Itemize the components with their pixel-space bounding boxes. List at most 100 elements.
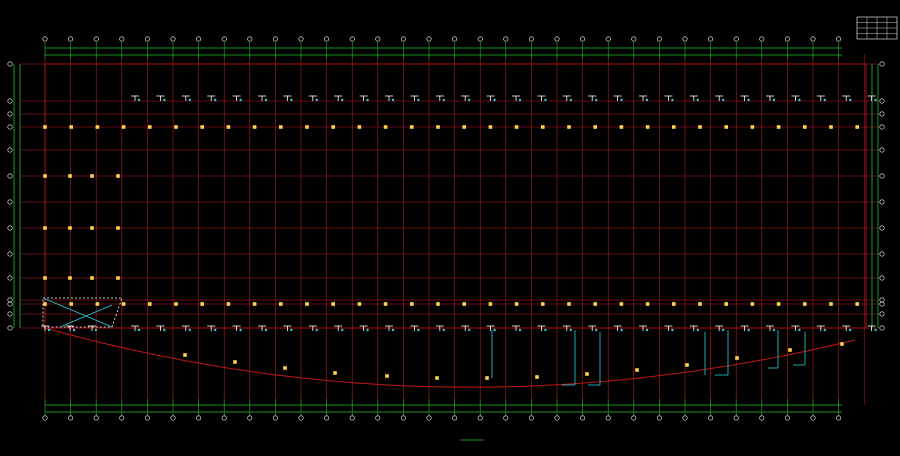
column-marker xyxy=(174,125,178,129)
column-marker xyxy=(541,125,545,129)
column-marker xyxy=(855,302,859,306)
column-marker xyxy=(305,125,309,129)
column-marker xyxy=(619,125,624,129)
column-marker xyxy=(116,276,120,280)
fixture-symbol xyxy=(722,328,725,332)
fixture-symbol xyxy=(290,98,293,102)
column-marker xyxy=(619,302,624,306)
column-marker xyxy=(43,276,47,280)
column-marker xyxy=(724,125,728,129)
column-marker xyxy=(840,342,844,346)
column-marker xyxy=(750,302,755,306)
fixture-symbol xyxy=(137,98,141,102)
fixture-symbol xyxy=(468,328,471,332)
column-marker xyxy=(383,302,388,306)
column-marker xyxy=(174,302,178,306)
fixture-symbol xyxy=(772,98,776,102)
column-marker xyxy=(331,302,335,306)
fixture-symbol xyxy=(544,328,547,332)
fixture-symbol xyxy=(798,98,801,102)
fixture-symbol xyxy=(290,328,293,332)
fixture-symbol xyxy=(620,328,623,332)
fixture-symbol xyxy=(518,98,522,102)
column-marker xyxy=(593,125,597,129)
column-marker xyxy=(43,174,47,178)
column-marker xyxy=(645,302,650,306)
column-marker xyxy=(462,302,466,306)
column-marker xyxy=(829,302,833,306)
column-marker xyxy=(383,125,388,129)
fixture-symbol xyxy=(772,328,776,332)
column-marker xyxy=(645,125,650,129)
fixture-symbol xyxy=(214,328,217,332)
column-marker xyxy=(514,302,519,306)
column-marker xyxy=(535,375,539,379)
column-marker xyxy=(698,125,702,129)
fixture-symbol xyxy=(747,98,750,102)
fixture-symbol xyxy=(645,98,649,102)
fixture-symbol xyxy=(747,328,750,332)
column-marker xyxy=(488,302,493,306)
fixture-symbol xyxy=(798,328,801,332)
column-marker xyxy=(803,125,807,129)
fixture-symbol xyxy=(315,328,318,332)
fixture-symbol xyxy=(696,328,699,332)
fixture-symbol xyxy=(391,328,395,332)
column-marker xyxy=(436,302,440,306)
column-marker xyxy=(585,372,589,376)
fixture-symbol xyxy=(823,98,826,102)
column-marker xyxy=(567,125,571,129)
column-marker xyxy=(485,376,489,380)
fixture-symbol xyxy=(518,328,522,332)
column-marker xyxy=(462,125,466,129)
fixture-symbol xyxy=(671,328,674,332)
column-marker xyxy=(95,302,100,306)
column-marker xyxy=(200,302,204,306)
fixture-symbol xyxy=(239,328,242,332)
column-marker xyxy=(685,363,689,367)
column-marker xyxy=(121,302,126,306)
fixture-symbol xyxy=(823,328,826,332)
column-marker xyxy=(855,125,859,129)
fixture-symbol xyxy=(671,98,674,102)
fixture-symbol xyxy=(214,98,217,102)
fixture-symbol xyxy=(417,328,420,332)
fixture-symbol xyxy=(544,98,547,102)
column-marker xyxy=(69,125,73,129)
column-marker xyxy=(116,174,120,178)
column-marker xyxy=(436,125,440,129)
column-marker xyxy=(279,125,283,129)
column-marker xyxy=(43,302,47,306)
fixture-symbol xyxy=(366,328,369,332)
column-marker xyxy=(68,174,72,178)
fixture-symbol xyxy=(264,98,268,102)
column-marker xyxy=(252,125,257,129)
column-marker xyxy=(788,348,792,352)
column-marker xyxy=(200,125,204,129)
column-marker xyxy=(183,353,187,357)
fixture-symbol xyxy=(595,98,598,102)
fixture-symbol xyxy=(645,328,649,332)
fixture-symbol xyxy=(493,98,496,102)
fixture-symbol xyxy=(163,98,166,102)
column-marker xyxy=(233,360,237,364)
cad-drawing-canvas[interactable] xyxy=(0,0,900,456)
fixture-symbol xyxy=(874,98,877,102)
column-marker xyxy=(635,368,639,372)
column-marker xyxy=(776,125,781,129)
column-marker xyxy=(735,356,739,360)
fixture-symbol xyxy=(493,328,496,332)
column-marker xyxy=(410,302,414,306)
fixture-symbol xyxy=(468,98,471,102)
fixture-symbol xyxy=(188,328,191,332)
column-marker xyxy=(750,125,755,129)
column-marker xyxy=(724,302,728,306)
column-marker xyxy=(252,302,257,306)
column-marker xyxy=(435,376,439,380)
fixture-symbol xyxy=(620,98,623,102)
fixture-symbol xyxy=(163,328,166,332)
fixture-symbol xyxy=(315,98,318,102)
column-marker xyxy=(567,302,571,306)
column-marker xyxy=(283,366,287,370)
column-marker xyxy=(672,302,676,306)
